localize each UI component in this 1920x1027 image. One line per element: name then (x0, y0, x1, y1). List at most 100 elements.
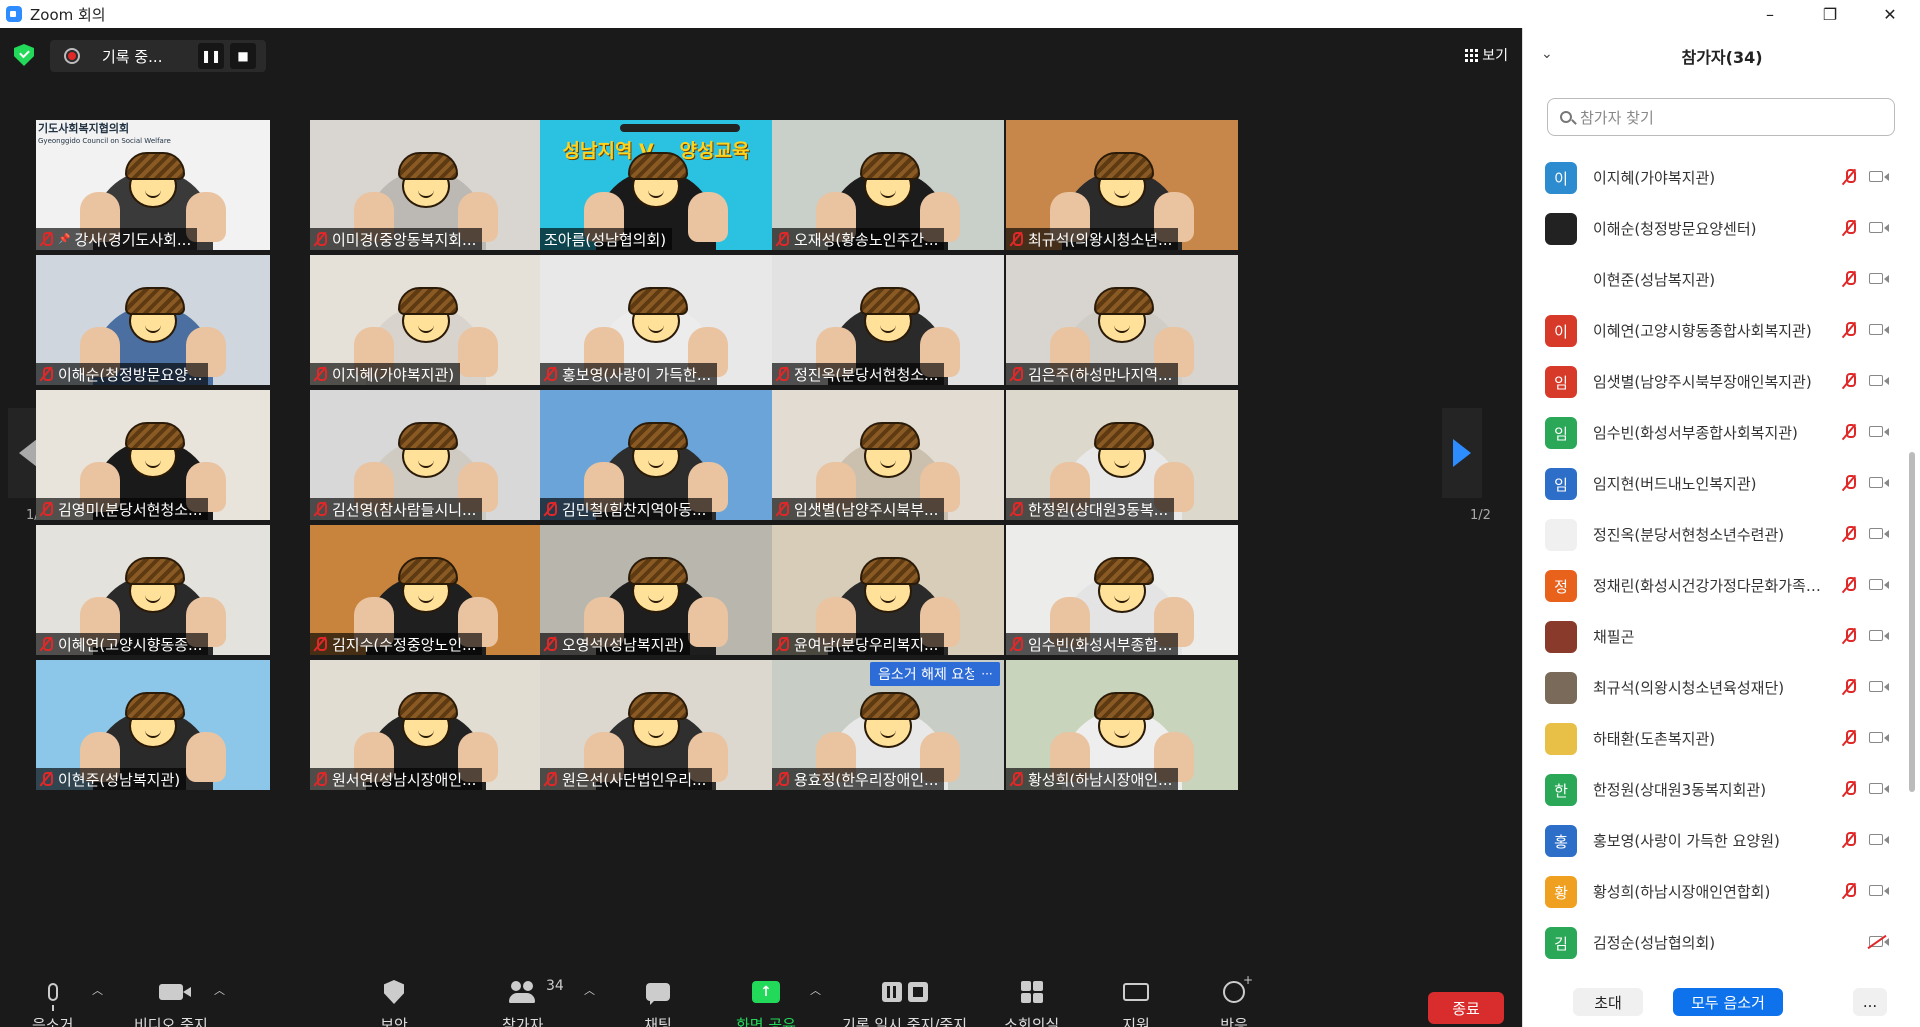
muted-microphone-icon[interactable] (1843, 883, 1856, 899)
participant-video-tile[interactable]: 김민철(힘찬지역아동... (540, 390, 772, 520)
video-camera-icon[interactable] (1869, 222, 1889, 233)
pause-recording-button[interactable]: ❚❚ (198, 43, 224, 69)
video-camera-icon[interactable] (1869, 783, 1889, 794)
participant-list-item[interactable]: 이해순(청정방문요양센터) (1523, 203, 1909, 254)
participant-video-tile[interactable]: 원은선(사단법인우리... (540, 660, 772, 790)
video-camera-icon[interactable] (1869, 324, 1889, 335)
video-camera-icon[interactable] (1869, 732, 1889, 743)
video-off-icon[interactable] (1869, 936, 1889, 947)
security-button[interactable]: 보안 (378, 976, 410, 1027)
unmute-request-button[interactable]: 음소거 해제 요청 (870, 662, 986, 686)
record-controls-button[interactable]: 기록 일시 중지/중지 (842, 976, 967, 1027)
participant-video-tile[interactable]: 김영미(분당서현청소... (36, 390, 270, 520)
muted-microphone-icon[interactable] (1843, 373, 1856, 389)
video-camera-icon[interactable] (1869, 885, 1889, 896)
view-button[interactable]: 보기 (1465, 42, 1508, 68)
share-screen-button[interactable]: ↑ 화면 공유 (736, 976, 796, 1027)
muted-microphone-icon[interactable] (1843, 169, 1856, 185)
video-camera-icon[interactable] (1869, 171, 1889, 182)
participant-list-item[interactable]: 이현준(성남복지관) (1523, 254, 1909, 305)
participant-video-tile[interactable]: 이혜연(고양시향동종... (36, 525, 270, 655)
end-meeting-button[interactable]: 종료 (1428, 992, 1504, 1024)
muted-microphone-icon[interactable] (1843, 832, 1856, 848)
participant-list-item[interactable]: 임 임수빈(화성서부종합사회복지관) (1523, 407, 1909, 458)
video-camera-icon[interactable] (1869, 681, 1889, 692)
participant-video-tile[interactable]: 이해순(청정방문요양... (36, 255, 270, 385)
video-camera-icon[interactable] (1869, 528, 1889, 539)
muted-microphone-icon[interactable] (1843, 577, 1856, 593)
support-button[interactable]: 지원 (1120, 976, 1152, 1027)
participant-video-tile[interactable]: 이미경(중앙동복지회... (310, 120, 542, 250)
participant-video-tile[interactable]: 홍보영(사랑이 가득한... (540, 255, 772, 385)
minimize-button[interactable]: – (1740, 0, 1800, 28)
participant-list-item[interactable]: 최규석(의왕시청소년육성재단) (1523, 662, 1909, 713)
audio-options-caret-icon[interactable]: ︿ (92, 982, 103, 998)
participant-video-tile[interactable]: 한정원(상대원3동복... (1006, 390, 1238, 520)
video-camera-icon[interactable] (1869, 579, 1889, 590)
participant-video-tile[interactable]: 이지혜(가야복지관) (310, 255, 542, 385)
stop-recording-button[interactable]: ■ (230, 43, 256, 69)
chat-button[interactable]: 채팅 (642, 976, 674, 1027)
muted-microphone-icon[interactable] (1843, 526, 1856, 542)
participant-video-tile[interactable]: 오재성(황송노인주간... (772, 120, 1004, 250)
close-button[interactable]: ✕ (1860, 0, 1920, 28)
encryption-shield-icon[interactable] (14, 44, 34, 66)
video-camera-icon[interactable] (1869, 375, 1889, 386)
participant-search-input[interactable]: 참가자 찾기 (1547, 98, 1895, 136)
participant-list-item[interactable]: 정진옥(분당서현청소년수련관) (1523, 509, 1909, 560)
muted-microphone-icon[interactable] (1843, 679, 1856, 695)
mute-button[interactable]: 음소거 (32, 976, 73, 1027)
restore-button[interactable]: ❐ (1800, 0, 1860, 28)
participant-video-tile[interactable]: 김선영(참사람들시니... (310, 390, 542, 520)
participant-video-tile[interactable]: 정진옥(분당서현청소... (772, 255, 1004, 385)
participant-video-tile[interactable]: 김지수(수정중앙노인... (310, 525, 542, 655)
share-options-caret-icon[interactable]: ︿ (810, 982, 821, 998)
video-options-caret-icon[interactable]: ︿ (214, 982, 225, 998)
participant-list-item[interactable]: 채필곤 (1523, 611, 1909, 662)
muted-microphone-icon[interactable] (1843, 424, 1856, 440)
participant-video-tile[interactable]: 원서연(성남시장애인... (310, 660, 542, 790)
breakout-rooms-button[interactable]: 소회의실 (1004, 976, 1059, 1027)
video-camera-icon[interactable] (1869, 630, 1889, 641)
muted-microphone-icon[interactable] (1843, 475, 1856, 491)
participant-list-item[interactable]: 정 정채린(화성시건강가정다문화가족지원센터) (1523, 560, 1909, 611)
participant-video-tile[interactable]: 윤여남(분당우리복지... (772, 525, 1004, 655)
tile-more-options-button[interactable]: ··· (974, 662, 1000, 686)
participant-list-item[interactable]: 임 임샛별(남양주시북부장애인복지관) (1523, 356, 1909, 407)
participant-video-tile[interactable]: 용효정(한우리장애인... 음소거 해제 요청 ··· (772, 660, 1004, 790)
video-camera-icon[interactable] (1869, 273, 1889, 284)
video-camera-icon[interactable] (1869, 477, 1889, 488)
participant-list-item[interactable]: 한 한정원(상대원3동복지회관) (1523, 764, 1909, 815)
participant-video-tile[interactable]: 기도사회복지협의회 Gyeonggido Council on Social We… (36, 120, 270, 250)
invite-button[interactable]: 초대 (1573, 988, 1643, 1016)
participant-video-tile[interactable]: 성남지역 V... 양성교육 조아름(성남협의회) (540, 120, 772, 250)
muted-microphone-icon[interactable] (1843, 322, 1856, 338)
muted-microphone-icon[interactable] (1843, 628, 1856, 644)
participant-list-item[interactable]: 김 김정순(성남협의회) (1523, 917, 1909, 968)
participant-list-item[interactable]: 이 이혜연(고양시향동종합사회복지관) (1523, 305, 1909, 356)
more-options-button[interactable]: ... (1853, 988, 1887, 1016)
participant-video-tile[interactable]: 황성희(하남시장애인... (1006, 660, 1238, 790)
participant-list-scrollbar[interactable] (1909, 152, 1915, 972)
participant-list-item[interactable]: 이 이지혜(가야복지관) (1523, 152, 1909, 203)
muted-microphone-icon[interactable] (1843, 730, 1856, 746)
participant-video-tile[interactable]: 임수빈(화성서부종합... (1006, 525, 1238, 655)
participant-video-tile[interactable]: 최규석(의왕시청소년... (1006, 120, 1238, 250)
video-camera-icon[interactable] (1869, 426, 1889, 437)
participant-video-tile[interactable]: 이현준(성남복지관) (36, 660, 270, 790)
stop-video-button[interactable]: 비디오 중지 (134, 976, 208, 1027)
participant-list-item[interactable]: 홍 홍보영(사랑이 가득한 요양원) (1523, 815, 1909, 866)
mute-all-button[interactable]: 모두 음소거 (1673, 988, 1783, 1016)
video-camera-icon[interactable] (1869, 834, 1889, 845)
participant-list-item[interactable]: 황 황성희(하남시장애인연합회) (1523, 866, 1909, 917)
participants-button[interactable]: 참가자 (502, 976, 543, 1027)
muted-microphone-icon[interactable] (1843, 271, 1856, 287)
muted-microphone-icon[interactable] (1843, 781, 1856, 797)
participants-options-caret-icon[interactable]: ︿ (584, 982, 595, 998)
participant-video-tile[interactable]: 오영석(성남복지관) (540, 525, 772, 655)
participant-list-item[interactable]: 하태환(도촌복지관) (1523, 713, 1909, 764)
reactions-button[interactable]: 반응 (1218, 973, 1253, 1027)
participant-video-tile[interactable]: 임샛별(남양주시북부... (772, 390, 1004, 520)
muted-microphone-icon[interactable] (1843, 220, 1856, 236)
participant-list-item[interactable]: 임 임지현(버드내노인복지관) (1523, 458, 1909, 509)
